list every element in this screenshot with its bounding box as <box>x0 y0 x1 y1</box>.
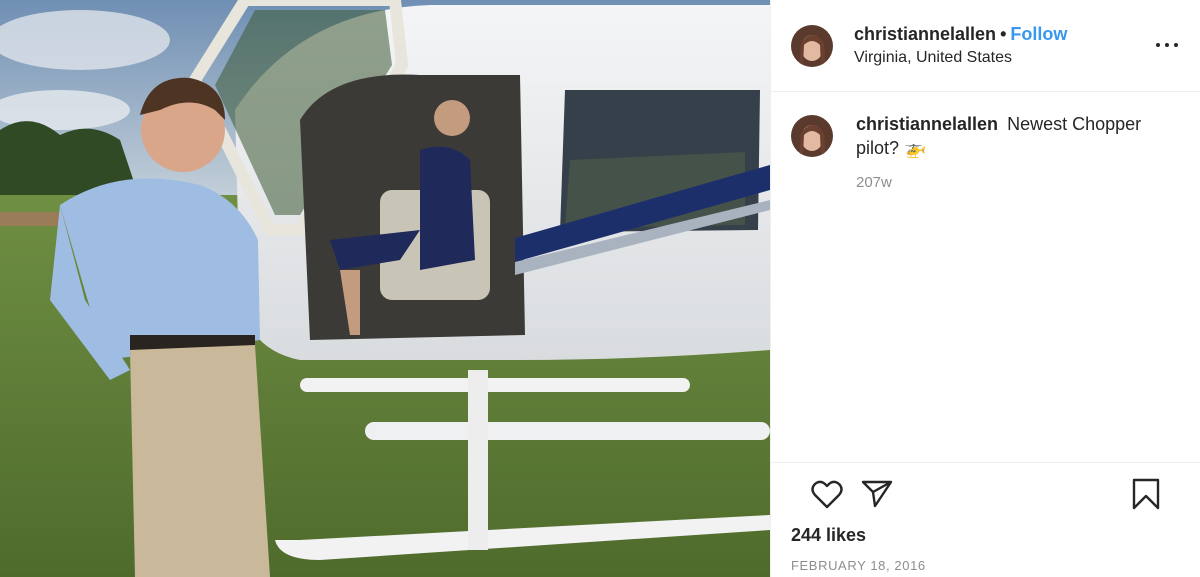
comments-section: christiannelallen Newest Chopper pilot? … <box>771 92 1200 462</box>
dot <box>1165 43 1169 47</box>
follow-button[interactable]: Follow <box>1010 24 1067 44</box>
action-bar: 244 likes FEBRUARY 18, 2016 <box>771 462 1200 577</box>
caption-text: christiannelallen Newest Chopper pilot? … <box>856 112 1156 160</box>
helicopter-photo <box>0 0 770 577</box>
heart-icon[interactable] <box>811 479 843 509</box>
instagram-post: christiannelallen • Follow Virginia, Unite… <box>0 0 1200 577</box>
avatar-image <box>791 115 833 157</box>
caption: christiannelallen Newest Chopper pilot? … <box>791 112 1180 191</box>
avatar-image <box>791 24 833 67</box>
header-text: christiannelallen • Follow Virginia, Unite… <box>854 23 1067 69</box>
post-photo[interactable] <box>0 0 770 577</box>
caption-avatar[interactable] <box>791 115 833 157</box>
dot <box>1156 43 1160 47</box>
dot <box>1174 43 1178 47</box>
caption-timestamp[interactable]: 207w <box>856 174 1156 191</box>
bookmark-icon[interactable] <box>1132 478 1160 510</box>
more-options-icon[interactable] <box>1156 34 1178 56</box>
username-link[interactable]: christiannelallen <box>854 24 996 44</box>
caption-body: christiannelallen Newest Chopper pilot? … <box>856 112 1156 191</box>
user-avatar[interactable] <box>791 24 833 67</box>
post-sidebar: christiannelallen • Follow Virginia, Unite… <box>770 0 1200 577</box>
caption-username[interactable]: christiannelallen <box>856 114 998 134</box>
action-icons <box>791 463 1180 523</box>
separator-dot: • <box>1000 23 1007 44</box>
location-link[interactable]: Virginia, United States <box>854 47 1067 69</box>
paper-plane-icon[interactable] <box>861 479 893 509</box>
like-count[interactable]: 244 likes <box>791 525 1180 546</box>
post-date[interactable]: FEBRUARY 18, 2016 <box>791 558 1180 573</box>
post-header: christiannelallen • Follow Virginia, Unite… <box>771 0 1200 92</box>
header-line: christiannelallen • Follow <box>854 23 1067 45</box>
